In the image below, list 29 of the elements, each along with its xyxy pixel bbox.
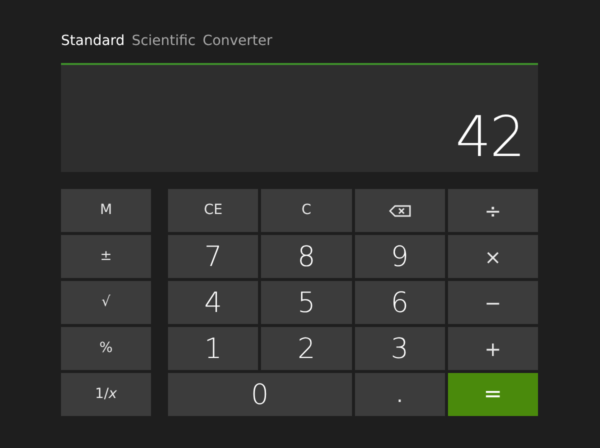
digit-key[interactable]: 4 (168, 281, 258, 324)
digit-key[interactable]: 3 (354, 327, 445, 370)
backspace-key[interactable] (354, 189, 445, 232)
function-key[interactable]: M (61, 189, 151, 232)
operator-key[interactable]: − (448, 281, 538, 324)
function-key[interactable]: C (261, 189, 352, 232)
digit-key[interactable]: 6 (354, 281, 445, 324)
digit-key[interactable]: 8 (261, 235, 352, 278)
equals-key[interactable]: = (448, 373, 538, 416)
function-key[interactable]: √ (61, 281, 151, 324)
backspace-icon (388, 204, 411, 216)
display-value: 42 (456, 110, 524, 166)
mode-tab[interactable]: Scientific (132, 30, 196, 52)
function-key[interactable]: CE (168, 189, 258, 232)
function-key[interactable]: % (61, 327, 151, 370)
operator-key[interactable]: ÷ (448, 189, 538, 232)
operator-key[interactable]: + (448, 327, 538, 370)
mode-tab[interactable]: Converter (202, 30, 272, 52)
digit-key[interactable]: 1 (168, 327, 258, 370)
digit-key[interactable]: 0 (168, 373, 352, 416)
operator-key[interactable]: . (354, 373, 445, 416)
digit-key[interactable]: 5 (261, 281, 352, 324)
digit-key[interactable]: 2 (261, 327, 352, 370)
operator-key[interactable]: × (448, 235, 538, 278)
digit-key[interactable]: 9 (354, 235, 445, 278)
digit-key[interactable]: 7 (168, 235, 258, 278)
function-key[interactable]: ± (61, 235, 151, 278)
mode-tab[interactable]: Standard (61, 30, 125, 52)
function-key[interactable]: 1/x (61, 373, 151, 416)
